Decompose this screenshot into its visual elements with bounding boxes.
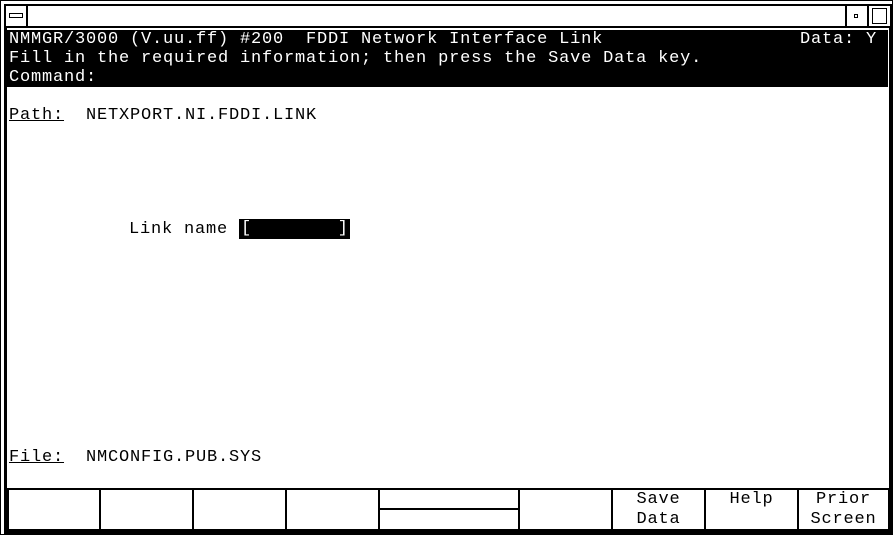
screen-title: NMMGR/3000 (V.uu.ff) #200 FDDI Network I… bbox=[9, 30, 604, 49]
softkey-f6[interactable] bbox=[518, 490, 611, 529]
link-name-field[interactable]: [ ] bbox=[239, 219, 350, 239]
field-left-bracket: [ bbox=[241, 219, 252, 238]
data-flag: Data: Y bbox=[800, 30, 878, 49]
softkey-f1[interactable] bbox=[7, 490, 99, 529]
save-data-key[interactable]: Save Data bbox=[611, 490, 704, 529]
instruction-text: Fill in the required information; then p… bbox=[9, 49, 703, 68]
command-label: Command: bbox=[9, 68, 98, 87]
file-value: NMCONFIG.PUB.SYS bbox=[86, 448, 263, 467]
path-value: NETXPORT.NI.FDDI.LINK bbox=[86, 106, 318, 125]
file-label: File: bbox=[9, 448, 65, 467]
softkey-f5-divider bbox=[378, 508, 518, 510]
command-input[interactable] bbox=[97, 68, 888, 87]
prior-screen-key[interactable]: Prior Screen bbox=[797, 490, 890, 529]
path-label: Path: bbox=[9, 106, 65, 125]
softkey-f4[interactable] bbox=[285, 490, 378, 529]
softkey-f3[interactable] bbox=[192, 490, 285, 529]
minimize-icon bbox=[854, 14, 858, 18]
maximize-icon bbox=[872, 8, 887, 24]
title-bar[interactable] bbox=[4, 4, 892, 28]
system-menu-icon bbox=[9, 13, 23, 18]
softkey-f2[interactable] bbox=[99, 490, 192, 529]
field-right-bracket: ] bbox=[337, 219, 348, 238]
link-name-label: Link name bbox=[129, 220, 229, 239]
help-key[interactable]: Help bbox=[704, 490, 797, 529]
